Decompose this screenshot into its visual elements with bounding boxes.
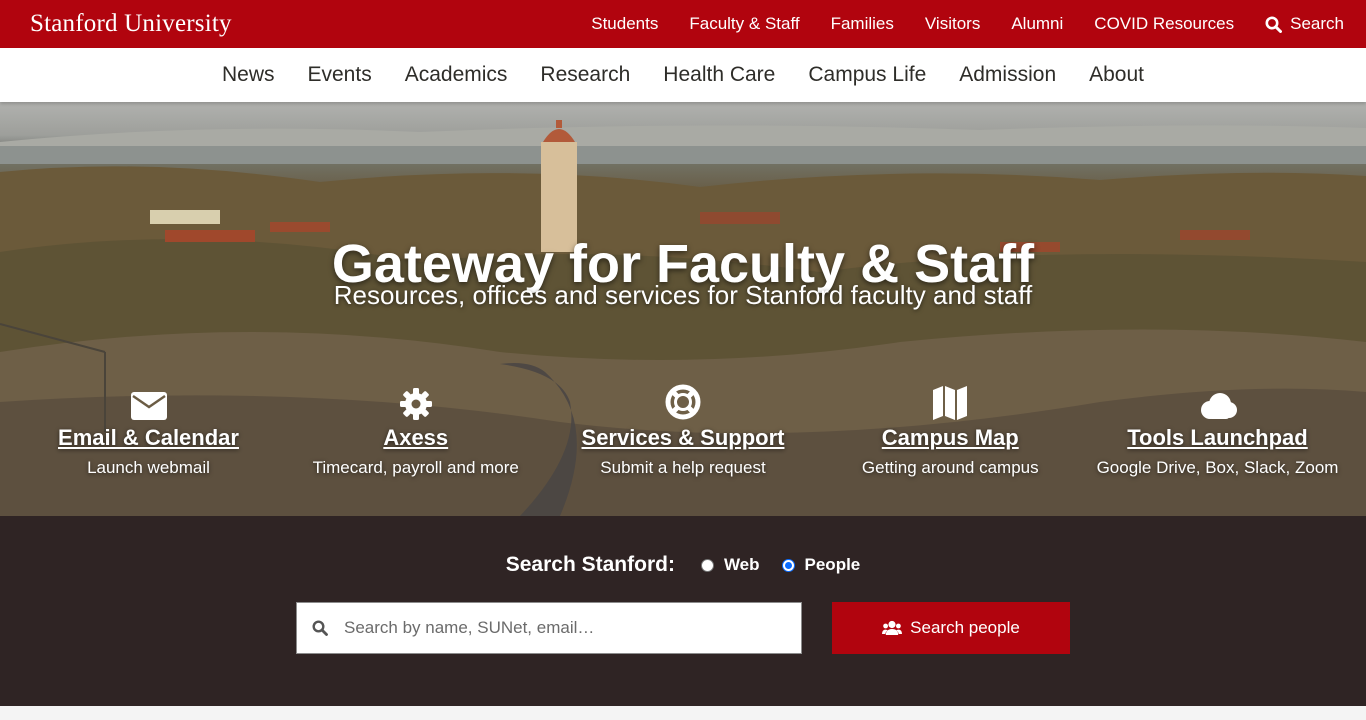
people-search-box xyxy=(296,602,802,654)
quick-link-services-support: Services & Support Submit a help request xyxy=(550,380,817,479)
audience-link-covid-resources[interactable]: COVID Resources xyxy=(1094,14,1234,34)
campus-map-link[interactable]: Campus Map xyxy=(882,424,1019,452)
page-subtitle: Resources, offices and services for Stan… xyxy=(333,280,1033,310)
nav-admission[interactable]: Admission xyxy=(959,63,1056,87)
audience-link-alumni[interactable]: Alumni xyxy=(1011,14,1063,34)
audience-link-visitors[interactable]: Visitors xyxy=(925,14,980,34)
users-icon xyxy=(882,620,903,635)
quick-link-axess: Axess Timecard, payroll and more xyxy=(282,380,549,479)
tools-launchpad-description: Google Drive, Box, Slack, Zoom xyxy=(1096,458,1339,477)
global-header: Stanford University Students Faculty & S… xyxy=(0,0,1366,48)
services-support-link[interactable]: Services & Support xyxy=(582,424,785,452)
quick-links: Email & Calendar Launch webmail Axess Ti… xyxy=(15,380,1351,479)
campus-map-description: Getting around campus xyxy=(861,458,1039,477)
nav-news[interactable]: News xyxy=(222,63,275,87)
audience-link-families[interactable]: Families xyxy=(831,14,894,34)
quick-link-tools-launchpad: Tools Launchpad Google Drive, Box, Slack… xyxy=(1084,380,1351,479)
tools-launchpad-link[interactable]: Tools Launchpad xyxy=(1127,424,1307,452)
search-scope-row: Search Stanford: Web People xyxy=(0,553,1366,577)
nav-academics[interactable]: Academics xyxy=(405,63,508,87)
stanford-wordmark[interactable]: Stanford University xyxy=(30,9,232,39)
search-scope-web-radio[interactable] xyxy=(700,558,714,572)
gear-icon xyxy=(399,388,432,420)
audience-link-faculty-staff[interactable]: Faculty & Staff xyxy=(689,14,799,34)
email-calendar-link[interactable]: Email & Calendar xyxy=(58,424,239,452)
cloud-icon xyxy=(1200,393,1237,419)
nav-health-care[interactable]: Health Care xyxy=(663,63,775,87)
quick-link-campus-map: Campus Map Getting around campus xyxy=(817,380,1084,479)
axess-link[interactable]: Axess xyxy=(383,424,448,452)
axess-description: Timecard, payroll and more xyxy=(312,458,519,477)
search-icon xyxy=(312,620,328,636)
email-calendar-description: Launch webmail xyxy=(87,458,210,477)
search-scope-web-label: Web xyxy=(723,555,760,574)
hero-banner: Gateway for Faculty & Staff Resources, o… xyxy=(0,102,1366,516)
header-search-button[interactable]: Search xyxy=(1265,14,1344,34)
nav-research[interactable]: Research xyxy=(540,63,630,87)
audience-link-students[interactable]: Students xyxy=(591,14,658,34)
search-people-button[interactable]: Search people xyxy=(832,602,1070,654)
search-icon xyxy=(1265,16,1283,33)
search-scope-people-label: People xyxy=(804,555,861,574)
search-scope-people-option[interactable]: People xyxy=(781,555,861,575)
header-search-label: Search xyxy=(1290,14,1344,33)
people-search-input[interactable] xyxy=(342,617,772,639)
search-stanford-section: Search Stanford: Web People Search by na… xyxy=(0,516,1366,706)
search-scope-web-option[interactable]: Web xyxy=(700,555,760,575)
main-nav: News Events Academics Research Health Ca… xyxy=(0,48,1366,102)
search-scope-people-radio[interactable] xyxy=(781,558,795,572)
search-people-button-label: Search people xyxy=(910,618,1020,637)
page-content-start xyxy=(0,706,1366,720)
envelope-icon xyxy=(130,392,167,420)
nav-campus-life[interactable]: Campus Life xyxy=(808,63,926,87)
quick-link-email-calendar: Email & Calendar Launch webmail xyxy=(15,380,282,479)
audience-nav: Students Faculty & Staff Families Visito… xyxy=(591,0,1344,48)
search-stanford-label: Search Stanford: xyxy=(505,553,675,576)
nav-about[interactable]: About xyxy=(1089,63,1144,87)
nav-events[interactable]: Events xyxy=(308,63,372,87)
services-support-description: Submit a help request xyxy=(600,458,766,477)
map-icon xyxy=(933,386,968,420)
lifering-icon xyxy=(665,384,701,420)
